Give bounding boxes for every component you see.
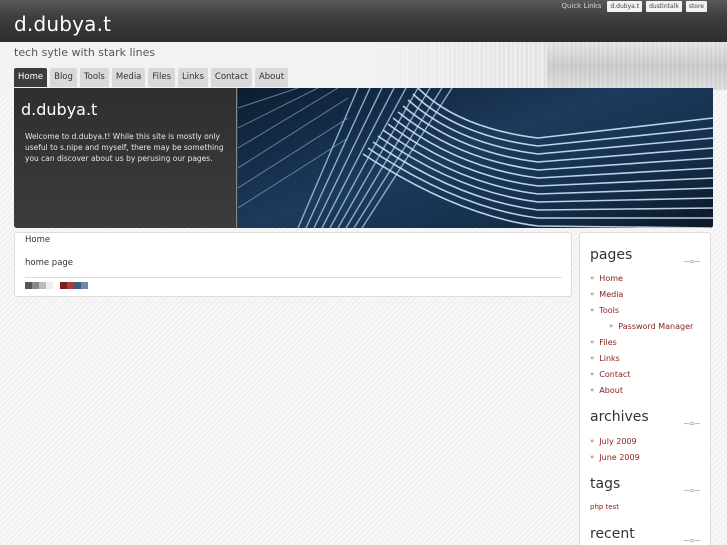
breadcrumb[interactable]: Home bbox=[25, 235, 50, 245]
sidebar-item-label: Files bbox=[599, 337, 617, 347]
quick-links: Quick Links d.dubya.t dustintalk store bbox=[561, 0, 707, 12]
swatch bbox=[25, 282, 32, 289]
bullet-icon: » bbox=[590, 453, 595, 461]
sidebar-item-label: About bbox=[599, 385, 623, 395]
main-nav: Home Blog Tools Media Files Links Contac… bbox=[14, 68, 289, 87]
hero-intro-panel: d.dubya.t Welcome to d.dubya.t! While th… bbox=[14, 88, 237, 228]
tab-media[interactable]: Media bbox=[111, 68, 146, 87]
building-lines-graphic bbox=[237, 88, 713, 228]
swatch bbox=[32, 282, 39, 289]
sidebar-item-label: Media bbox=[599, 289, 624, 299]
sidebar-item-home[interactable]: » Home bbox=[590, 270, 693, 286]
archives-list: » July 2009 » June 2009 bbox=[590, 433, 640, 465]
sidebar-item-files[interactable]: » Files bbox=[590, 334, 693, 350]
archive-item[interactable]: » July 2009 bbox=[590, 433, 640, 449]
bullet-icon: » bbox=[590, 370, 595, 378]
bullet-icon: » bbox=[590, 386, 595, 394]
sidebar-item-label: Password Manager bbox=[618, 321, 694, 331]
bullet-icon: » bbox=[590, 354, 595, 362]
pages-list: » Home » Media » Tools » Password Manager » F… bbox=[590, 270, 693, 398]
tab-blog[interactable]: Blog bbox=[50, 68, 77, 87]
tab-about[interactable]: About bbox=[254, 68, 289, 87]
sidebar-item-label: Home bbox=[599, 273, 623, 283]
swatch bbox=[74, 282, 81, 289]
sidebar-item-label: Contact bbox=[599, 369, 631, 379]
top-bar: d.dubya.t Quick Links d.dubya.t dustinta… bbox=[0, 0, 727, 42]
bullet-icon: » bbox=[609, 322, 614, 330]
color-swatches bbox=[25, 282, 88, 289]
flourish-decoration: ~∞~ bbox=[682, 536, 701, 545]
site-tagline: tech sytle with stark lines bbox=[14, 46, 156, 59]
bullet-icon: » bbox=[590, 306, 595, 314]
archive-label: June 2009 bbox=[599, 452, 640, 462]
hero-building-image bbox=[237, 88, 713, 228]
pages-heading: pages bbox=[590, 247, 633, 263]
tab-links[interactable]: Links bbox=[178, 68, 208, 87]
sidebar-item-label: Tools bbox=[599, 305, 620, 315]
quick-link-store[interactable]: store bbox=[685, 0, 707, 12]
bullet-icon: » bbox=[590, 274, 595, 282]
site-title[interactable]: d.dubya.t bbox=[14, 12, 111, 36]
bullet-icon: » bbox=[590, 338, 595, 346]
header-shade-decoration bbox=[547, 42, 727, 90]
quick-links-label: Quick Links bbox=[561, 2, 602, 10]
archive-label: July 2009 bbox=[599, 436, 637, 446]
swatch bbox=[81, 282, 88, 289]
sidebar-item-contact[interactable]: » Contact bbox=[590, 366, 693, 382]
quick-link-ddubyat[interactable]: d.dubya.t bbox=[607, 0, 643, 12]
flourish-decoration: ~∞~ bbox=[682, 486, 701, 495]
tab-home[interactable]: Home bbox=[14, 68, 48, 87]
swatch bbox=[67, 282, 74, 289]
archives-heading: archives bbox=[590, 409, 649, 425]
tag-cloud[interactable]: php test bbox=[590, 503, 619, 511]
sidebar-item-tools[interactable]: » Tools bbox=[590, 302, 693, 318]
tab-files[interactable]: Files bbox=[148, 68, 176, 87]
hero-welcome-text: Welcome to d.dubya.t! While this site is… bbox=[25, 132, 224, 163]
bullet-icon: » bbox=[590, 290, 595, 298]
tab-contact[interactable]: Contact bbox=[210, 68, 252, 87]
swatch-gap bbox=[53, 282, 60, 289]
hero-banner: d.dubya.t Welcome to d.dubya.t! While th… bbox=[14, 88, 713, 228]
swatch bbox=[46, 282, 53, 289]
tab-tools[interactable]: Tools bbox=[79, 68, 109, 87]
sidebar-item-label: Links bbox=[599, 353, 620, 363]
sidebar-item-links[interactable]: » Links bbox=[590, 350, 693, 366]
main-content: Home home page bbox=[14, 232, 572, 297]
sidebar-item-password-manager[interactable]: » Password Manager bbox=[590, 318, 693, 334]
sidebar-item-about[interactable]: » About bbox=[590, 382, 693, 398]
bullet-icon: » bbox=[590, 437, 595, 445]
recent-heading: recent bbox=[590, 526, 635, 542]
archive-item[interactable]: » June 2009 bbox=[590, 449, 640, 465]
swatch bbox=[60, 282, 67, 289]
page-heading: home page bbox=[25, 258, 74, 268]
tags-heading: tags bbox=[590, 476, 621, 492]
flourish-decoration: ~∞~ bbox=[682, 257, 701, 266]
hero-title: d.dubya.t bbox=[21, 100, 98, 119]
swatch bbox=[39, 282, 46, 289]
sidebar: pages ~∞~ » Home » Media » Tools » Password … bbox=[579, 232, 711, 545]
sidebar-item-media[interactable]: » Media bbox=[590, 286, 693, 302]
content-divider bbox=[25, 277, 562, 278]
flourish-decoration: ~∞~ bbox=[682, 419, 701, 428]
quick-link-dustintalk[interactable]: dustintalk bbox=[646, 0, 682, 12]
